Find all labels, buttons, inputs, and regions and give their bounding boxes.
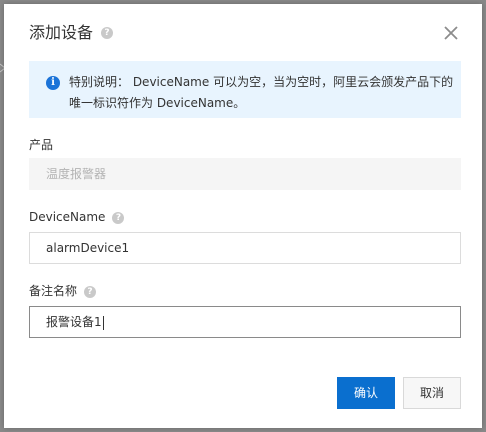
confirm-button[interactable]: 确认 [337, 377, 395, 409]
close-button[interactable] [442, 24, 460, 42]
question-icon[interactable]: ? [101, 27, 113, 39]
dialog-title: 添加设备 [29, 23, 94, 42]
notice-banner: i 特别说明： DeviceName 可以为空，当为空时，阿里云会颁发产品下的唯… [29, 61, 461, 118]
device-name-label: DeviceName? [29, 209, 125, 225]
dialog-header: 添加设备 ? [4, 4, 482, 62]
product-field: 温度报警器 [29, 158, 461, 190]
remark-input[interactable]: 报警设备1 [29, 306, 461, 338]
product-label: 产品 [29, 137, 53, 153]
question-icon[interactable]: ? [84, 285, 97, 298]
device-name-input[interactable]: alarmDevice1 [29, 232, 461, 264]
device-name-label-text: DeviceName [29, 210, 106, 224]
question-icon[interactable]: ? [112, 211, 125, 224]
notice-text: 特别说明： DeviceName 可以为空，当为空时，阿里云会颁发产品下的唯一标… [69, 75, 454, 110]
cancel-button[interactable]: 取消 [403, 377, 461, 409]
product-label-text: 产品 [29, 138, 54, 152]
remark-label-text: 备注名称 [29, 284, 78, 298]
remark-value: 报警设备1 [46, 315, 102, 329]
close-icon [444, 26, 458, 40]
product-value: 温度报警器 [46, 167, 107, 181]
remark-label: 备注名称? [29, 283, 97, 299]
info-icon: i [46, 76, 60, 90]
add-device-dialog: 添加设备 ? i 特别说明： DeviceName 可以为空，当为空时，阿里云会… [4, 4, 482, 428]
text-caret [102, 315, 104, 330]
device-name-value: alarmDevice1 [46, 241, 130, 255]
